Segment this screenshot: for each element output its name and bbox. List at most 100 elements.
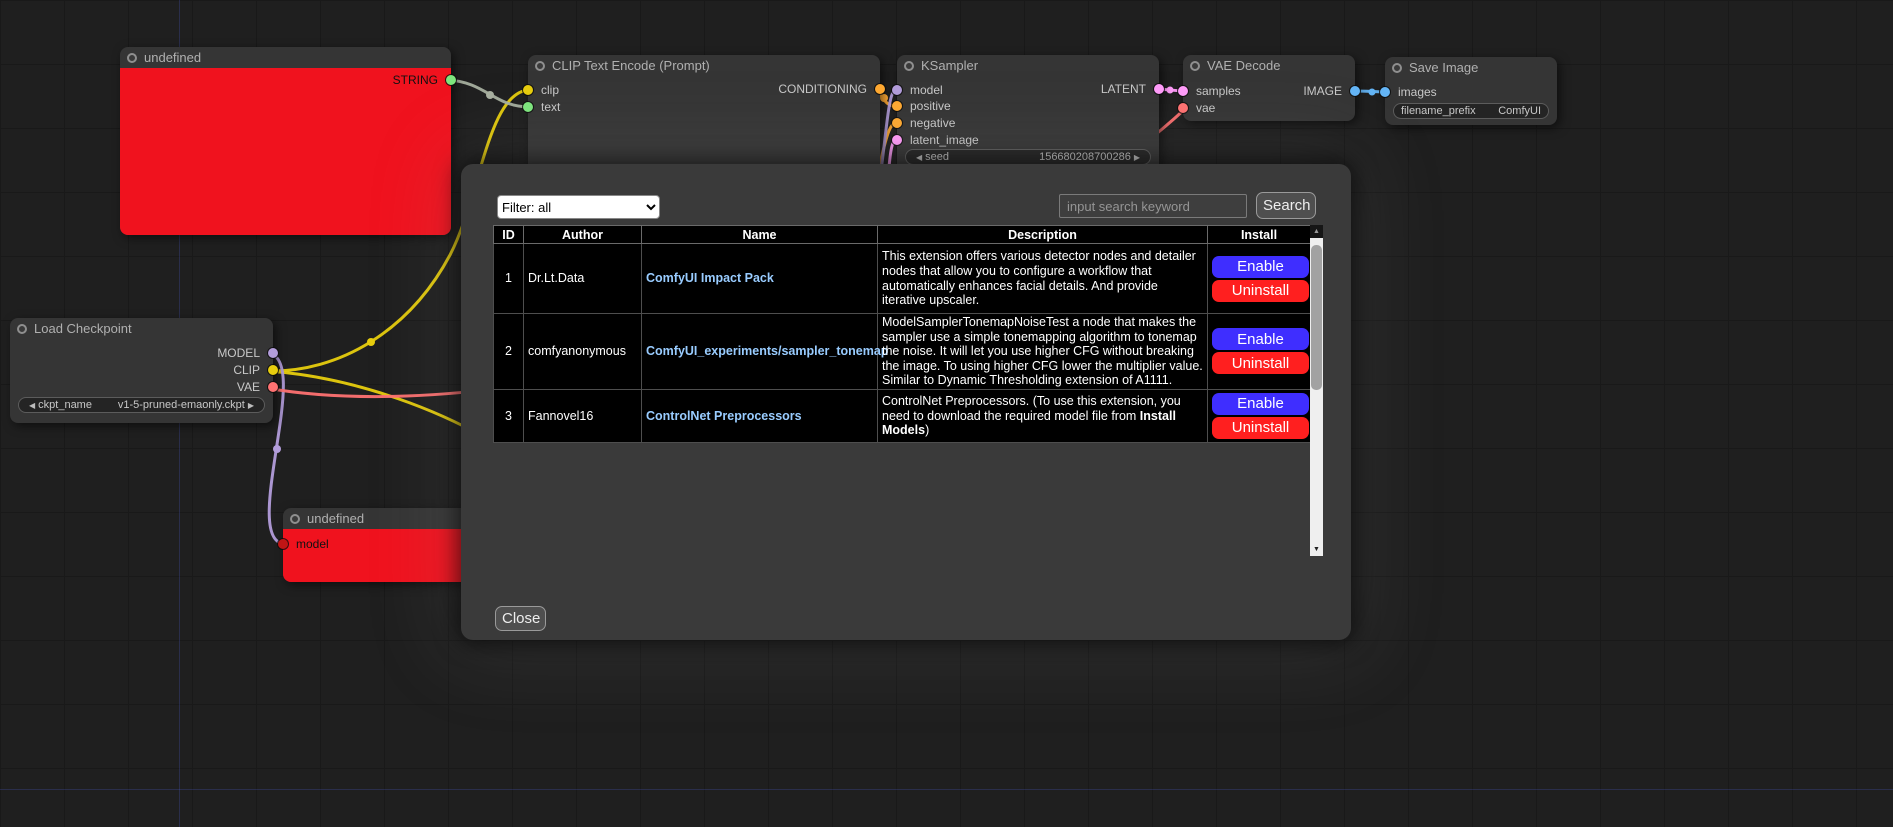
column-header-name: Name: [642, 226, 878, 244]
link-dot: [273, 445, 281, 453]
error-node-body: [120, 68, 451, 235]
port-dot-latent-image[interactable]: [892, 135, 902, 145]
cell-install: Enable Uninstall: [1208, 314, 1311, 390]
widget-right-arrow-icon[interactable]: ▶: [1134, 153, 1140, 162]
port-dot-clip[interactable]: [268, 365, 278, 375]
table-header-row: ID Author Name Description Install: [494, 226, 1311, 244]
port-dot-model[interactable]: [278, 539, 288, 549]
link-dot: [880, 94, 888, 102]
scrollbar-thumb[interactable]: [1311, 245, 1322, 390]
node-load-checkpoint[interactable]: Load Checkpoint MODEL CLIP VAE ◀ ckpt_na…: [10, 318, 273, 423]
node-header[interactable]: VAE Decode: [1183, 55, 1355, 76]
node-title: KSampler: [921, 58, 978, 73]
collapse-dot-icon[interactable]: [127, 53, 137, 63]
cell-description: ControlNet Preprocessors. (To use this e…: [878, 389, 1208, 442]
collapse-dot-icon[interactable]: [535, 61, 545, 71]
filename-prefix-widget[interactable]: filename_prefix ComfyUI: [1393, 103, 1549, 119]
widget-label: filename_prefix: [1401, 105, 1476, 117]
node-title: Load Checkpoint: [34, 321, 132, 336]
cell-id: 3: [494, 389, 524, 442]
node-title: CLIP Text Encode (Prompt): [552, 58, 710, 73]
port-dot-latent[interactable]: [1154, 84, 1164, 94]
output-port-image[interactable]: IMAGE: [1183, 83, 1355, 99]
enable-button[interactable]: Enable: [1212, 256, 1309, 278]
widget-label: seed: [925, 151, 949, 163]
node-header[interactable]: KSampler: [897, 55, 1159, 76]
input-port-positive[interactable]: positive: [897, 98, 1159, 114]
node-title: Save Image: [1409, 60, 1478, 75]
node-header[interactable]: undefined: [120, 47, 451, 68]
collapse-dot-icon[interactable]: [290, 514, 300, 524]
port-dot-vae[interactable]: [1178, 103, 1188, 113]
extension-link[interactable]: ComfyUI Impact Pack: [646, 271, 774, 285]
filter-select[interactable]: Filter: all: [497, 195, 660, 219]
scroll-up-icon[interactable]: ▲: [1310, 225, 1323, 238]
column-header-install: Install: [1208, 226, 1311, 244]
collapse-dot-icon[interactable]: [17, 324, 27, 334]
search-button[interactable]: Search: [1256, 192, 1316, 219]
widget-value: v1-5-pruned-emaonly.ckpt: [118, 399, 245, 411]
node-vae-decode[interactable]: VAE Decode samples vae IMAGE: [1183, 55, 1355, 121]
output-port-conditioning[interactable]: CONDITIONING: [528, 81, 880, 97]
collapse-dot-icon[interactable]: [904, 61, 914, 71]
port-dot-conditioning[interactable]: [875, 84, 885, 94]
port-dot-positive[interactable]: [892, 101, 902, 111]
collapse-dot-icon[interactable]: [1392, 63, 1402, 73]
uninstall-button[interactable]: Uninstall: [1212, 280, 1309, 302]
close-button[interactable]: Close: [495, 606, 546, 631]
port-dot-text[interactable]: [523, 102, 533, 112]
input-port-vae[interactable]: vae: [1183, 100, 1355, 116]
cell-id: 1: [494, 244, 524, 314]
link-dot: [1167, 87, 1174, 94]
output-port-string[interactable]: STRING: [120, 72, 451, 88]
extension-link[interactable]: ComfyUI_experiments/sampler_tonemap: [646, 344, 888, 358]
node-header[interactable]: Save Image: [1385, 57, 1557, 78]
seed-widget[interactable]: ◀ seed 156680208700286 ▶: [905, 149, 1151, 165]
column-header-id: ID: [494, 226, 524, 244]
input-port-negative[interactable]: negative: [897, 115, 1159, 131]
enable-button[interactable]: Enable: [1212, 328, 1309, 350]
column-header-description: Description: [878, 226, 1208, 244]
collapse-dot-icon[interactable]: [1190, 61, 1200, 71]
extension-link[interactable]: ControlNet Preprocessors: [646, 409, 802, 423]
port-dot-model[interactable]: [268, 348, 278, 358]
scroll-down-icon[interactable]: ▼: [1310, 543, 1323, 556]
cell-install: Enable Uninstall: [1208, 389, 1311, 442]
enable-button[interactable]: Enable: [1212, 393, 1309, 415]
link-dot: [1369, 89, 1376, 96]
search-input[interactable]: [1059, 194, 1247, 218]
port-dot-string[interactable]: [446, 75, 456, 85]
node-header[interactable]: CLIP Text Encode (Prompt): [528, 55, 880, 76]
input-port-text[interactable]: text: [528, 99, 880, 115]
table-scrollbar[interactable]: ▲ ▼: [1310, 225, 1323, 556]
link-dot: [367, 338, 375, 346]
ckpt-name-widget[interactable]: ◀ ckpt_name v1-5-pruned-emaonly.ckpt ▶: [18, 397, 265, 413]
port-dot-image[interactable]: [1350, 86, 1360, 96]
widget-right-arrow-icon[interactable]: ▶: [248, 401, 254, 410]
port-dot-images[interactable]: [1380, 87, 1390, 97]
widget-value: ComfyUI: [1498, 105, 1541, 117]
cell-id: 2: [494, 314, 524, 390]
column-header-author: Author: [524, 226, 642, 244]
output-port-latent[interactable]: LATENT: [897, 81, 1159, 97]
uninstall-button[interactable]: Uninstall: [1212, 417, 1309, 439]
widget-left-arrow-icon[interactable]: ◀: [29, 401, 35, 410]
input-port-images[interactable]: images: [1385, 84, 1557, 100]
port-dot-vae[interactable]: [268, 382, 278, 392]
output-port-clip[interactable]: CLIP: [10, 362, 273, 378]
uninstall-button[interactable]: Uninstall: [1212, 352, 1309, 374]
input-port-latent-image[interactable]: latent_image: [897, 132, 1159, 148]
extension-table: ID Author Name Description Install 1 Dr.…: [493, 225, 1311, 443]
node-title: undefined: [144, 50, 201, 65]
cell-description: ModelSamplerTonemapNoiseTest a node that…: [878, 314, 1208, 390]
cell-author: comfyanonymous: [524, 314, 642, 390]
output-port-model[interactable]: MODEL: [10, 345, 273, 361]
port-dot-negative[interactable]: [892, 118, 902, 128]
output-port-vae[interactable]: VAE: [10, 379, 273, 395]
node-save-image[interactable]: Save Image images filename_prefix ComfyU…: [1385, 57, 1557, 125]
custom-nodes-manager-dialog: Filter: all Search ID Author Name Descri…: [461, 164, 1351, 640]
table-row: 1 Dr.Lt.Data ComfyUI Impact Pack This ex…: [494, 244, 1311, 314]
node-undefined-top[interactable]: undefined STRING: [120, 47, 451, 235]
node-header[interactable]: Load Checkpoint: [10, 318, 273, 339]
widget-left-arrow-icon[interactable]: ◀: [916, 153, 922, 162]
